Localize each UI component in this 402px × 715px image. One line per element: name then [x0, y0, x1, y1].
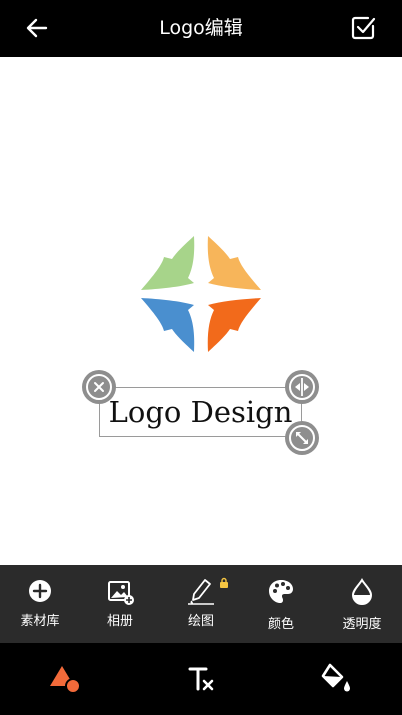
logo-graphic[interactable] [138, 233, 264, 355]
logo-leaf-orange [207, 298, 261, 352]
tool-label: 素材库 [20, 614, 60, 629]
close-icon [86, 374, 112, 400]
paint-bucket-icon [321, 663, 350, 692]
resize-handle[interactable] [285, 421, 319, 455]
tool-label: 相册 [106, 614, 133, 629]
delete-handle[interactable] [82, 370, 116, 404]
text-format-clear-icon [188, 667, 214, 691]
logo-text[interactable]: Logo Design [100, 393, 301, 431]
tool-material-library[interactable]: 素材库 [0, 565, 80, 643]
pen-icon [188, 579, 214, 605]
flip-horizontal-icon [289, 374, 315, 400]
logo-canvas[interactable]: Logo Design [0, 57, 402, 565]
tool-label: 颜色 [267, 617, 294, 632]
lock-icon [220, 577, 228, 588]
logo-leaf-green [141, 236, 195, 290]
logo-text-box[interactable]: Logo Design [99, 387, 302, 437]
shapes-icon [50, 666, 81, 694]
top-bar: Logo编辑 [0, 0, 402, 57]
confirm-checkbox-icon[interactable] [348, 13, 378, 43]
logo-leaf-orange-light [207, 236, 261, 290]
resize-icon [289, 425, 315, 451]
shapes-tab[interactable] [48, 661, 84, 697]
text-tab[interactable] [183, 661, 219, 697]
fill-tab[interactable] [318, 661, 354, 697]
image-add-icon [108, 581, 134, 605]
tool-label: 透明度 [342, 617, 382, 632]
flip-handle[interactable] [285, 370, 319, 404]
tool-color[interactable]: 颜色 [241, 565, 321, 643]
bottom-nav [0, 643, 402, 715]
tool-opacity[interactable]: 透明度 [322, 565, 402, 643]
logo-leaf-blue [141, 298, 195, 352]
palette-icon [269, 580, 293, 603]
tool-draw[interactable]: 绘图 [161, 565, 241, 643]
drop-icon [351, 578, 373, 605]
tool-album[interactable]: 相册 [80, 565, 160, 643]
edit-toolbar: 素材库 相册 绘图 颜色 透明度 [0, 565, 402, 643]
page-title: Logo编辑 [159, 17, 243, 39]
tool-label: 绘图 [187, 614, 214, 629]
plus-circle-icon [29, 580, 51, 602]
